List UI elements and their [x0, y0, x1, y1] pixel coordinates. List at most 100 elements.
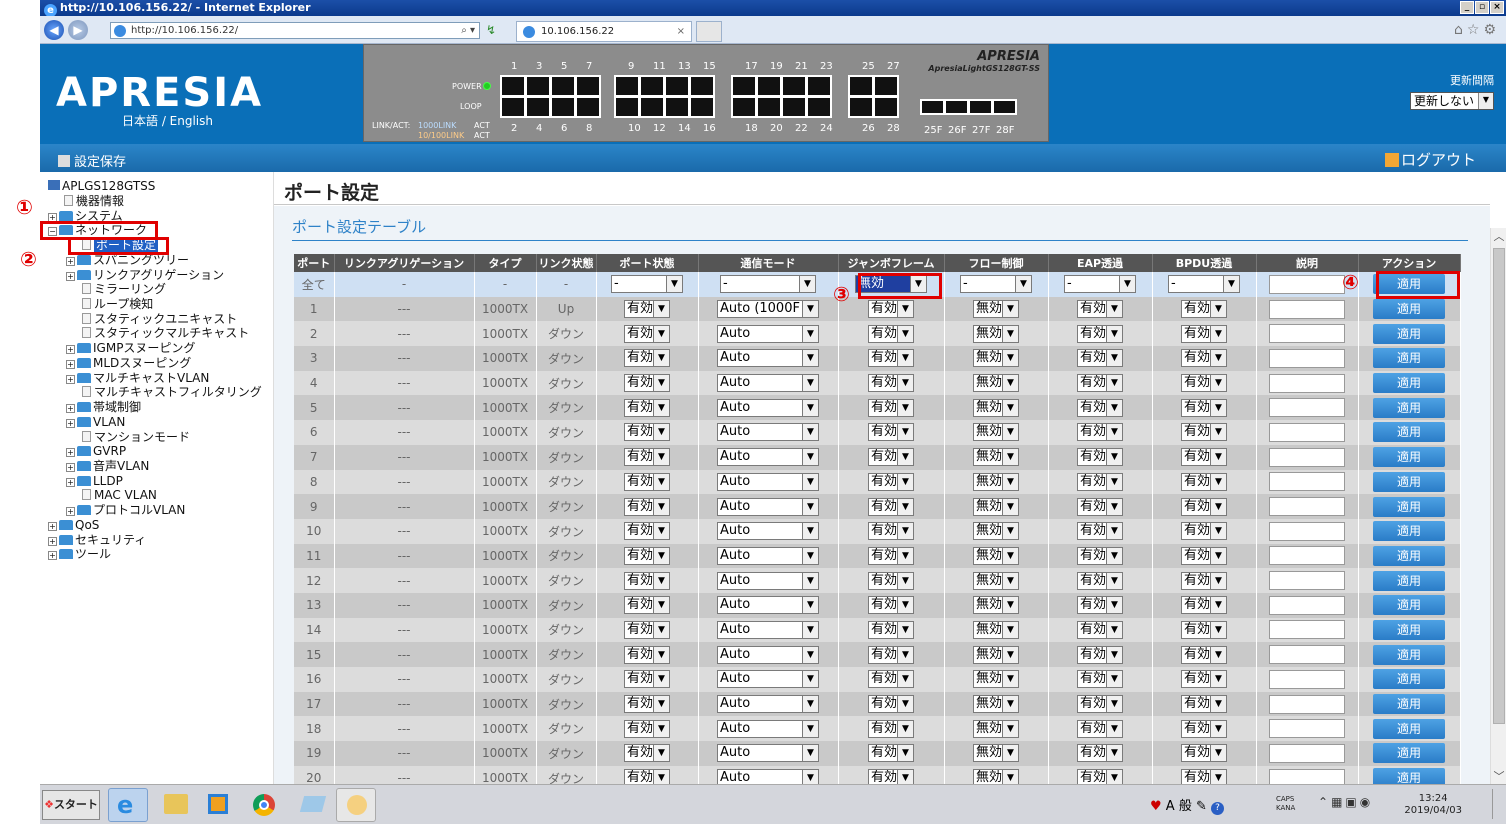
new-tab-button[interactable]: [696, 21, 722, 42]
tree-item[interactable]: + ツール: [48, 547, 111, 562]
expand-icon[interactable]: +: [66, 256, 75, 266]
tree-item[interactable]: + スパニングツリー: [66, 253, 189, 268]
description-input[interactable]: [1269, 620, 1345, 640]
gear-icon[interactable]: ⚙: [1483, 22, 1500, 38]
bpdu-pass-select[interactable]: 有効 ▼: [1181, 497, 1227, 516]
save-config-button[interactable]: 設定保存: [58, 151, 126, 170]
description-input[interactable]: [1269, 669, 1345, 689]
url-field[interactable]: http://10.106.156.22/⌕ ▾: [110, 22, 480, 39]
bpdu-pass-select[interactable]: 有効 ▼: [1181, 571, 1227, 590]
flow-control-select[interactable]: 無効 ▼: [973, 571, 1019, 590]
flow-control-select[interactable]: 無効 ▼: [973, 695, 1019, 714]
bpdu-pass-select[interactable]: 有効 ▼: [1181, 670, 1227, 689]
port-state-select[interactable]: 有効 ▼: [624, 374, 670, 393]
port-state-select[interactable]: 有効 ▼: [624, 744, 670, 763]
tree-root[interactable]: APLGS128GTSS: [48, 179, 155, 194]
expand-icon[interactable]: +: [66, 359, 75, 369]
comm-mode-select[interactable]: Auto ▼: [717, 546, 819, 565]
expand-icon[interactable]: +: [48, 521, 57, 531]
browser-tab[interactable]: 10.106.156.22 ×: [516, 21, 692, 42]
scroll-up-icon[interactable]: ︿: [1491, 228, 1506, 244]
chrome-taskbar-icon[interactable]: [244, 788, 284, 822]
apply-button[interactable]: 適用: [1373, 373, 1445, 394]
eap-pass-select[interactable]: 有効 ▼: [1077, 670, 1123, 689]
flow-control-select[interactable]: 無効 ▼: [973, 300, 1019, 319]
explorer-taskbar-icon[interactable]: [156, 788, 196, 822]
apply-button[interactable]: 適用: [1373, 718, 1445, 739]
refresh-interval-select[interactable]: 更新しない ▼: [1410, 92, 1494, 110]
jumbo-frame-select[interactable]: 有効 ▼: [868, 374, 914, 393]
language-switch[interactable]: 日本語 / English: [122, 112, 213, 129]
expand-icon[interactable]: +: [48, 536, 57, 546]
tree-item[interactable]: ミラーリング: [82, 282, 166, 297]
description-input[interactable]: [1269, 373, 1345, 393]
flow-control-select[interactable]: 無効 ▼: [973, 374, 1019, 393]
eap-pass-select[interactable]: 有効 ▼: [1077, 546, 1123, 565]
description-input[interactable]: [1269, 743, 1345, 763]
flow-control-select[interactable]: 無効 ▼: [973, 645, 1019, 664]
flow-control-select[interactable]: 無効 ▼: [973, 546, 1019, 565]
show-desktop-button[interactable]: [1492, 789, 1504, 819]
description-input[interactable]: [1269, 447, 1345, 467]
jumbo-frame-select[interactable]: 有効 ▼: [868, 546, 914, 565]
tree-item[interactable]: + QoS: [48, 518, 99, 533]
bpdu-pass-select[interactable]: 有効 ▼: [1181, 423, 1227, 442]
expand-icon[interactable]: +: [66, 462, 75, 472]
description-input[interactable]: [1269, 571, 1345, 591]
tree-item[interactable]: + リンクアグリゲーション: [66, 268, 224, 283]
flow-control-select[interactable]: 無効 ▼: [973, 719, 1019, 738]
port-state-select[interactable]: 有効 ▼: [624, 645, 670, 664]
refresh-icon[interactable]: ↯: [486, 23, 496, 37]
description-input[interactable]: [1269, 719, 1345, 739]
eap-pass-select[interactable]: - ▼: [1064, 275, 1136, 294]
apply-button[interactable]: 適用: [1373, 644, 1445, 665]
expand-icon[interactable]: +: [66, 418, 75, 428]
help-icon[interactable]: ?: [1211, 802, 1225, 815]
comm-mode-select[interactable]: Auto ▼: [717, 744, 819, 763]
port-state-select[interactable]: 有効 ▼: [624, 620, 670, 639]
apply-button[interactable]: 適用: [1373, 323, 1445, 344]
port-state-select[interactable]: 有効 ▼: [624, 472, 670, 491]
apply-button[interactable]: 適用: [1373, 348, 1445, 369]
description-input[interactable]: [1269, 645, 1345, 665]
flow-control-select[interactable]: 無効 ▼: [973, 423, 1019, 442]
eap-pass-select[interactable]: 有効 ▼: [1077, 596, 1123, 615]
tree-item[interactable]: MAC VLAN: [82, 488, 157, 503]
port-state-select[interactable]: - ▼: [611, 275, 683, 294]
ime-bar[interactable]: ♥ A 般 ✎ ?: [1150, 795, 1225, 815]
favorites-star-icon[interactable]: ☆: [1467, 22, 1484, 38]
port-state-select[interactable]: 有効 ▼: [624, 670, 670, 689]
flow-control-select[interactable]: 無効 ▼: [973, 324, 1019, 343]
expand-icon[interactable]: +: [66, 271, 75, 281]
bpdu-pass-select[interactable]: 有効 ▼: [1181, 719, 1227, 738]
jumbo-frame-select[interactable]: 有効 ▼: [868, 695, 914, 714]
port-state-select[interactable]: 有効 ▼: [624, 423, 670, 442]
apply-button[interactable]: 適用: [1373, 619, 1445, 640]
description-input[interactable]: [1269, 472, 1345, 492]
comm-mode-select[interactable]: Auto ▼: [717, 448, 819, 467]
bpdu-pass-select[interactable]: 有効 ▼: [1181, 695, 1227, 714]
comm-mode-select[interactable]: Auto ▼: [717, 497, 819, 516]
tree-item[interactable]: + 帯域制御: [66, 400, 141, 415]
eap-pass-select[interactable]: 有効 ▼: [1077, 522, 1123, 541]
tree-item[interactable]: + MLDスヌーピング: [66, 356, 191, 371]
eap-pass-select[interactable]: 有効 ▼: [1077, 695, 1123, 714]
eap-pass-select[interactable]: 有効 ▼: [1077, 349, 1123, 368]
tree-item[interactable]: + LLDP: [66, 474, 123, 489]
port-state-select[interactable]: 有効 ▼: [624, 349, 670, 368]
tree-item[interactable]: マルチキャストフィルタリング: [82, 385, 262, 400]
expand-icon[interactable]: +: [66, 477, 75, 487]
bpdu-pass-select[interactable]: 有効 ▼: [1181, 324, 1227, 343]
comm-mode-select[interactable]: Auto ▼: [717, 472, 819, 491]
comm-mode-select[interactable]: Auto ▼: [717, 695, 819, 714]
description-input[interactable]: [1269, 546, 1345, 566]
jumbo-frame-select[interactable]: 有効 ▼: [868, 670, 914, 689]
comm-mode-select[interactable]: Auto ▼: [717, 596, 819, 615]
restore-icon[interactable]: ▫: [1475, 1, 1489, 14]
back-button[interactable]: ◀: [44, 20, 64, 40]
logout-button[interactable]: ログアウト: [1384, 149, 1476, 170]
port-state-select[interactable]: 有効 ▼: [624, 522, 670, 541]
jumbo-frame-select[interactable]: 有効 ▼: [868, 349, 914, 368]
port-state-select[interactable]: 有効 ▼: [624, 546, 670, 565]
comm-mode-select[interactable]: Auto ▼: [717, 423, 819, 442]
